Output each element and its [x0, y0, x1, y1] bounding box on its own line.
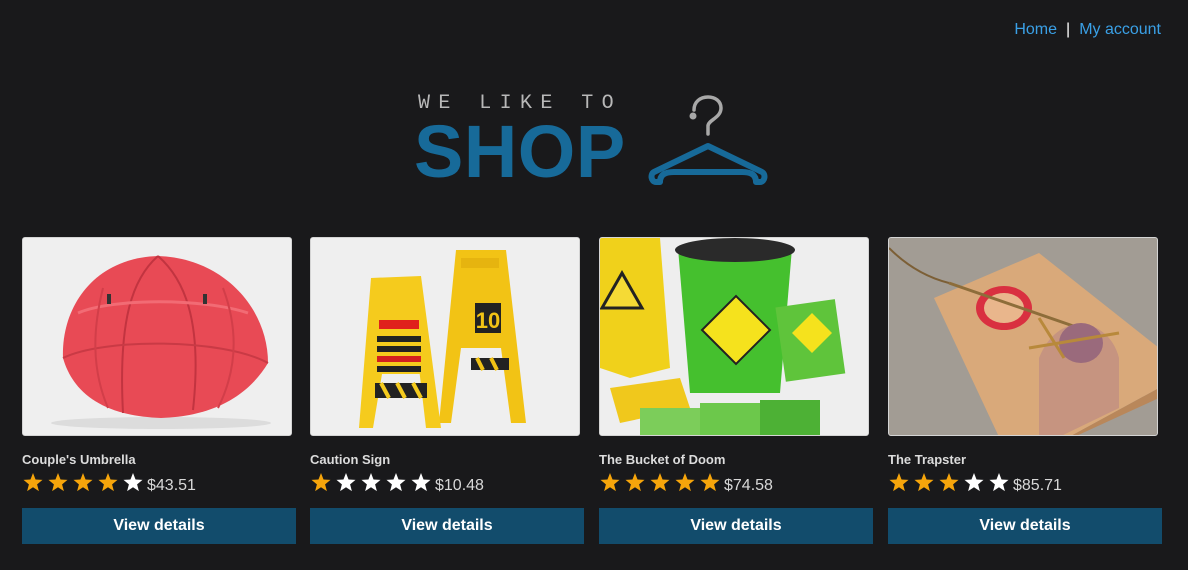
logo-wordmark: SHOP — [414, 110, 626, 193]
product-card: 10 Caution Sign $10.48 View details — [310, 237, 584, 544]
star-filled-icon — [22, 472, 47, 494]
star-empty-icon — [385, 472, 410, 494]
product-price: $10.48 — [435, 477, 484, 494]
product-price: $74.58 — [724, 477, 773, 494]
star-filled-icon — [310, 472, 335, 494]
product-card: The Bucket of Doom $74.58 View details — [599, 237, 873, 544]
rating-stars — [22, 472, 147, 494]
product-meta: $10.48 — [310, 468, 584, 498]
product-card: Couple's Umbrella $43.51 View details — [22, 237, 296, 544]
star-filled-icon — [599, 472, 624, 494]
product-name[interactable]: Couple's Umbrella — [22, 452, 296, 467]
star-empty-icon — [360, 472, 385, 494]
top-nav: Home | My account — [1014, 21, 1161, 39]
rating-stars — [310, 472, 435, 494]
product-card: The Trapster $85.71 View details — [888, 237, 1162, 544]
home-link[interactable]: Home — [1014, 21, 1057, 38]
rating-stars — [599, 472, 724, 494]
product-image[interactable] — [599, 237, 869, 436]
svg-text:10: 10 — [476, 308, 500, 333]
star-filled-icon — [624, 472, 649, 494]
star-filled-icon — [699, 472, 724, 494]
star-empty-icon — [410, 472, 435, 494]
product-image[interactable] — [22, 237, 292, 436]
star-filled-icon — [913, 472, 938, 494]
my-account-link[interactable]: My account — [1079, 21, 1161, 38]
star-filled-icon — [674, 472, 699, 494]
rating-stars — [888, 472, 1013, 494]
view-details-button[interactable]: View details — [310, 508, 584, 544]
product-meta: $43.51 — [22, 468, 296, 498]
product-meta: $74.58 — [599, 468, 873, 498]
nav-separator: | — [1066, 21, 1071, 38]
star-filled-icon — [649, 472, 674, 494]
star-filled-icon — [47, 472, 72, 494]
product-name[interactable]: The Trapster — [888, 452, 1162, 467]
star-empty-icon — [122, 472, 147, 494]
star-filled-icon — [888, 472, 913, 494]
star-filled-icon — [72, 472, 97, 494]
yellow-caution-sign-image: 10 — [311, 238, 579, 435]
hanger-icon — [648, 95, 768, 185]
site-logo[interactable]: WE LIKE TO SHOP — [414, 88, 774, 193]
product-price: $85.71 — [1013, 477, 1062, 494]
mousetrap-image — [889, 238, 1157, 435]
product-image[interactable] — [888, 237, 1158, 436]
product-image[interactable]: 10 — [310, 237, 580, 436]
view-details-button[interactable]: View details — [888, 508, 1162, 544]
star-empty-icon — [335, 472, 360, 494]
product-name[interactable]: The Bucket of Doom — [599, 452, 873, 467]
product-meta: $85.71 — [888, 468, 1162, 498]
star-filled-icon — [938, 472, 963, 494]
star-empty-icon — [988, 472, 1013, 494]
star-filled-icon — [97, 472, 122, 494]
red-umbrella-image — [23, 238, 291, 435]
product-price: $43.51 — [147, 477, 196, 494]
green-bucket-image — [600, 238, 868, 435]
product-name[interactable]: Caution Sign — [310, 452, 584, 467]
star-empty-icon — [963, 472, 988, 494]
view-details-button[interactable]: View details — [599, 508, 873, 544]
view-details-button[interactable]: View details — [22, 508, 296, 544]
